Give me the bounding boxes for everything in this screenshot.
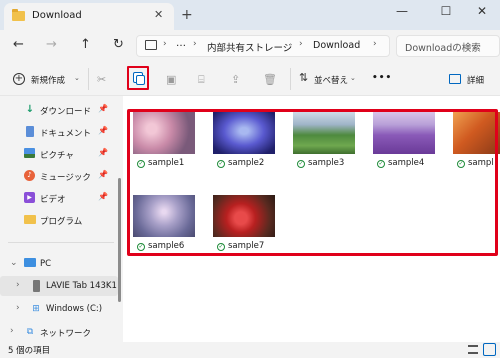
chevron-down-icon[interactable]: ⌄ bbox=[10, 258, 18, 268]
drive-icon: ⊞ bbox=[32, 304, 40, 314]
files-highlight bbox=[127, 109, 498, 256]
new-button-label: 新規作成 bbox=[31, 76, 66, 86]
tab-download[interactable]: Download ✕ bbox=[4, 3, 174, 30]
sidebar-item-label: ミュージック bbox=[40, 173, 91, 183]
pin-icon[interactable]: 📌 bbox=[98, 104, 108, 113]
search-input[interactable]: Downloadの検索 bbox=[396, 35, 500, 57]
sidebar-item-device[interactable]: › LAVIE Tab 143K1 bbox=[0, 276, 118, 296]
chevron-right-icon[interactable]: › bbox=[16, 303, 20, 313]
chevron-right-icon[interactable]: › bbox=[16, 280, 20, 290]
sidebar-item-pictures[interactable]: ピクチャ 📌 bbox=[0, 144, 118, 164]
tab-close-icon[interactable]: ✕ bbox=[154, 8, 163, 21]
back-button[interactable]: ← bbox=[13, 37, 24, 52]
item-count: 5 個の項目 bbox=[8, 346, 51, 356]
sort-icon: ⇅ bbox=[299, 71, 309, 84]
details-view-icon[interactable] bbox=[468, 345, 478, 354]
breadcrumb-separator: › bbox=[299, 39, 303, 49]
sidebar-item-label: ダウンロード bbox=[40, 107, 92, 117]
details-label: 詳細 bbox=[467, 76, 485, 86]
chevron-down-icon: ⌄ bbox=[350, 74, 356, 82]
pc-icon bbox=[24, 258, 36, 270]
search-placeholder: Downloadの検索 bbox=[405, 43, 481, 54]
sidebar-item-label: PC bbox=[40, 259, 52, 269]
copy-highlight bbox=[127, 66, 149, 90]
pin-icon[interactable]: 📌 bbox=[98, 126, 108, 135]
breadcrumb-separator: › bbox=[373, 39, 377, 49]
status-bar: 5 個の項目 bbox=[0, 342, 500, 358]
plus-icon: + bbox=[13, 73, 25, 85]
sidebar-item-label: プログラム bbox=[40, 217, 83, 227]
sidebar-item-label: ビデオ bbox=[40, 195, 66, 205]
share-icon[interactable]: ⇪ bbox=[231, 73, 240, 86]
cut-icon[interactable]: ✂ bbox=[97, 73, 106, 86]
sidebar-item-network[interactable]: › ⧉ ネットワーク bbox=[0, 322, 118, 342]
sidebar-item-videos[interactable]: ▶ ビデオ 📌 bbox=[0, 188, 118, 208]
document-icon bbox=[24, 126, 36, 138]
chevron-right-icon[interactable]: › bbox=[10, 326, 14, 336]
breadcrumb-item[interactable]: 内部共有ストレージ bbox=[207, 40, 292, 54]
sidebar-item-label: ドキュメント bbox=[40, 129, 92, 139]
folder-icon bbox=[12, 9, 25, 21]
tablet-icon bbox=[30, 280, 42, 292]
sort-label: 並べ替え bbox=[314, 76, 349, 86]
sidebar-item-music[interactable]: ♪ ミュージック 📌 bbox=[0, 166, 118, 186]
tab-title: Download bbox=[32, 10, 82, 21]
refresh-button[interactable]: ↻ bbox=[113, 37, 124, 52]
more-options-button[interactable]: ••• bbox=[372, 73, 392, 83]
up-button[interactable]: ↑ bbox=[80, 37, 91, 52]
rename-icon[interactable]: ⌸ bbox=[198, 73, 205, 87]
network-icon: ⧉ bbox=[26, 327, 34, 337]
folder-icon bbox=[24, 214, 36, 226]
address-bar[interactable]: › … › 内部共有ストレージ › Download › bbox=[136, 35, 390, 57]
pin-icon[interactable]: 📌 bbox=[98, 192, 108, 201]
sort-button[interactable]: ⇅ 並べ替え ⌄ bbox=[296, 70, 360, 90]
delete-icon[interactable]: 🗑 bbox=[263, 73, 277, 86]
maximize-button[interactable]: ☐ bbox=[426, 4, 466, 24]
forward-button[interactable]: → bbox=[46, 37, 57, 52]
pin-icon[interactable]: 📌 bbox=[98, 170, 108, 179]
close-button[interactable]: ✕ bbox=[462, 4, 500, 24]
sidebar-item-downloads[interactable]: ↓ ダウンロード 📌 bbox=[0, 100, 118, 120]
breadcrumb-item[interactable]: Download bbox=[313, 40, 360, 51]
pc-icon bbox=[145, 40, 157, 50]
navigation-pane: ↓ ダウンロード 📌 ドキュメント 📌 ピクチャ 📌 ♪ ミュージック 📌 ▶ … bbox=[0, 96, 122, 342]
breadcrumb-separator: › bbox=[163, 39, 167, 49]
sidebar-item-documents[interactable]: ドキュメント 📌 bbox=[0, 122, 118, 142]
sidebar-item-label: Windows (C:) bbox=[46, 304, 103, 314]
paste-icon[interactable]: ▣ bbox=[166, 73, 176, 86]
sidebar-item-pc[interactable]: ⌄ PC bbox=[0, 254, 118, 274]
music-icon: ♪ bbox=[24, 170, 36, 182]
breadcrumb-separator: › bbox=[193, 39, 197, 49]
sidebar-item-label: ピクチャ bbox=[40, 151, 74, 161]
download-icon: ↓ bbox=[25, 104, 35, 115]
sidebar-item-label: ネットワーク bbox=[40, 329, 92, 339]
sidebar-scrollbar[interactable] bbox=[118, 178, 121, 302]
large-icons-view-icon[interactable] bbox=[483, 343, 496, 356]
details-pane-icon bbox=[449, 74, 461, 84]
sidebar-item-programs[interactable]: プログラム bbox=[0, 210, 118, 230]
sidebar-item-label: LAVIE Tab 143K1 bbox=[46, 281, 117, 291]
video-icon: ▶ bbox=[24, 192, 36, 204]
minimize-button[interactable]: — bbox=[382, 4, 422, 24]
new-tab-button[interactable]: + bbox=[181, 7, 193, 23]
details-button[interactable]: 詳細 bbox=[447, 70, 493, 90]
chevron-down-icon: ⌄ bbox=[74, 74, 80, 82]
sidebar-item-drive[interactable]: › ⊞ Windows (C:) bbox=[0, 299, 118, 319]
sidebar-divider bbox=[8, 242, 114, 243]
pictures-icon bbox=[24, 148, 36, 160]
toolbar-divider bbox=[88, 68, 89, 90]
breadcrumb-more[interactable]: … bbox=[176, 38, 186, 49]
toolbar-divider bbox=[290, 68, 291, 90]
pin-icon[interactable]: 📌 bbox=[98, 148, 108, 157]
new-button[interactable]: + 新規作成 ⌄ bbox=[8, 70, 86, 90]
